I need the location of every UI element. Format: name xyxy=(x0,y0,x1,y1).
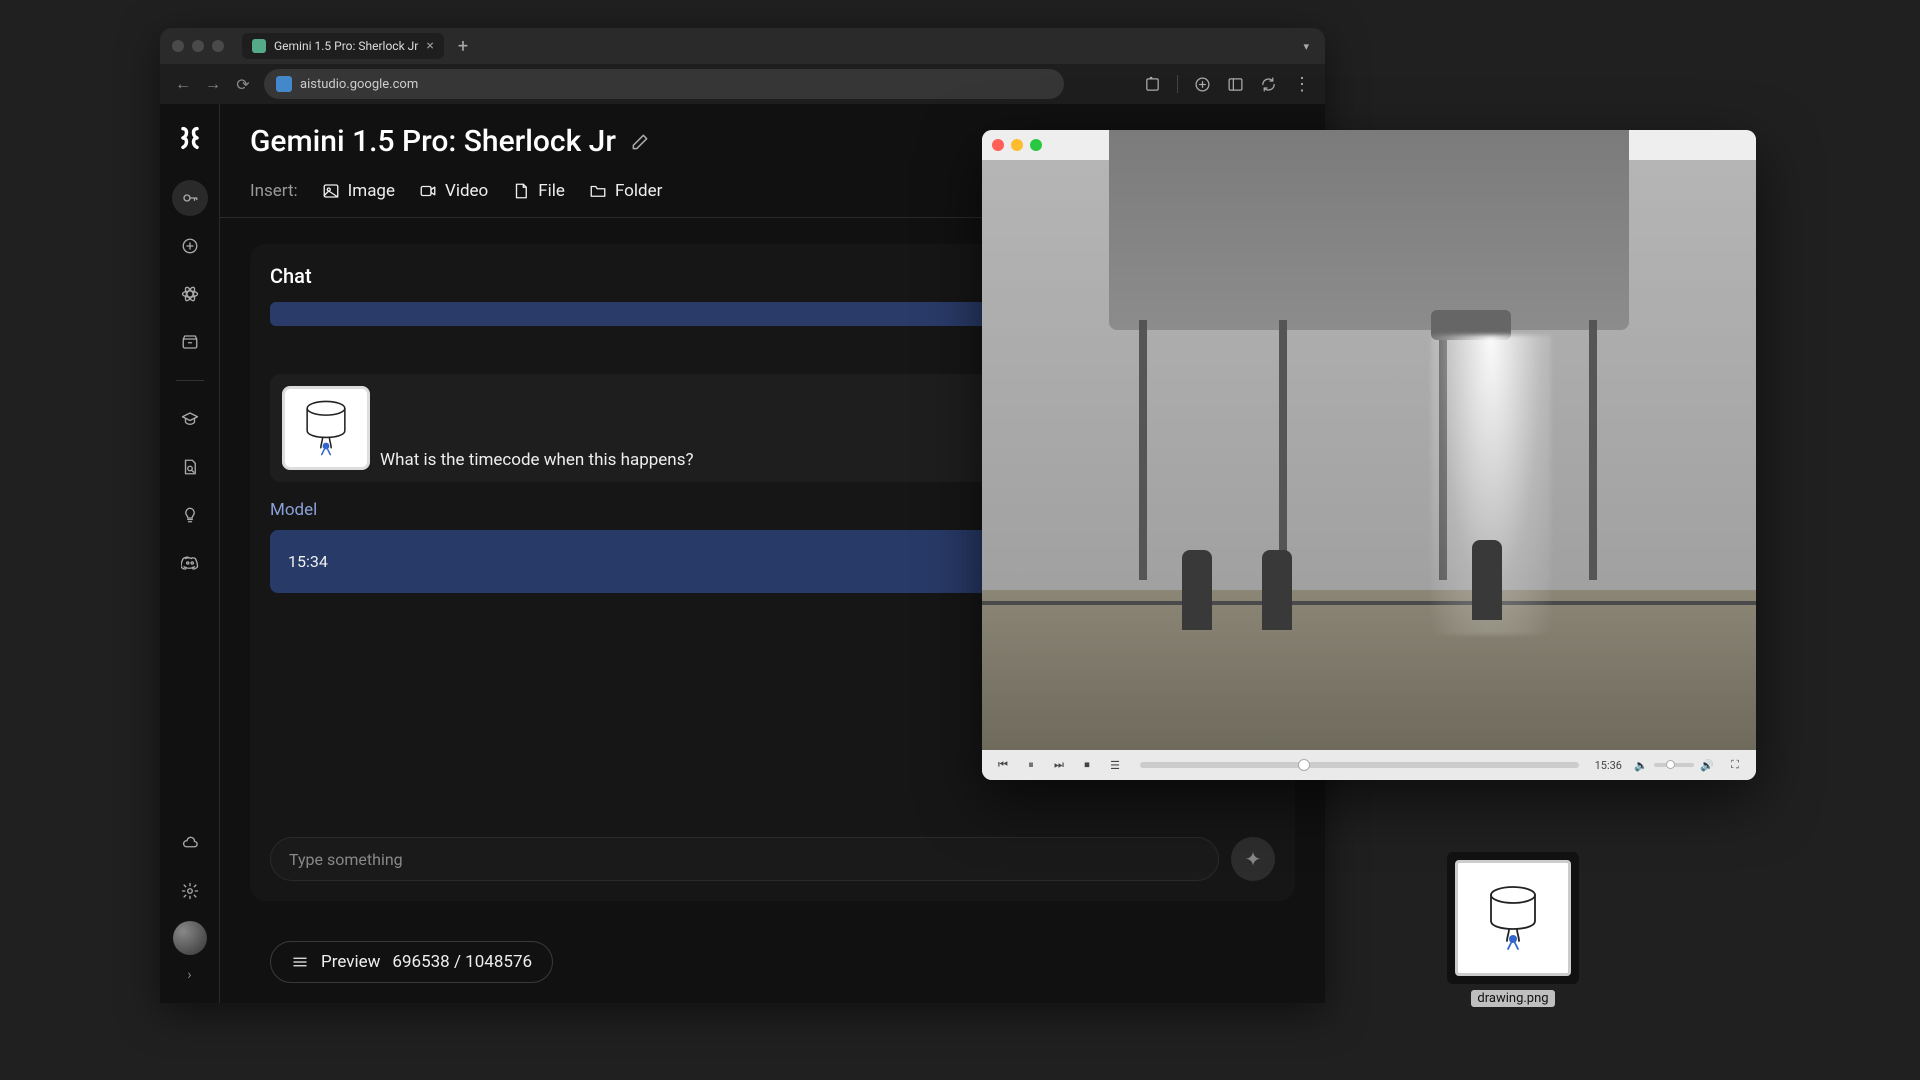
extension-icon[interactable] xyxy=(1144,76,1161,93)
sidebar-doc-search-icon[interactable] xyxy=(172,449,208,485)
rewind-icon[interactable]: ⏮ xyxy=(994,756,1012,774)
edit-title-icon[interactable] xyxy=(630,132,650,152)
chat-title: Chat xyxy=(270,264,312,288)
url-text: aistudio.google.com xyxy=(300,77,418,92)
sidebar-expand-icon[interactable]: › xyxy=(187,967,191,983)
insert-video-button[interactable]: Video xyxy=(419,181,488,201)
site-icon xyxy=(276,76,292,92)
user-message-text: What is the timecode when this happens? xyxy=(380,450,694,470)
sidebar-add-icon[interactable] xyxy=(172,228,208,264)
insert-folder-button[interactable]: Folder xyxy=(589,181,662,201)
app-logo xyxy=(176,124,204,152)
address-bar: ← → ⟳ aistudio.google.com ⋮ xyxy=(160,64,1325,104)
volume-up-icon[interactable]: 🔊 xyxy=(1698,756,1716,774)
page-title: Gemini 1.5 Pro: Sherlock Jr xyxy=(250,124,616,159)
google-icon[interactable] xyxy=(1194,76,1211,93)
sidebar-lightbulb-icon[interactable] xyxy=(172,497,208,533)
video-frame[interactable] xyxy=(982,160,1756,750)
file-thumbnail xyxy=(1447,852,1579,984)
tab-title: Gemini 1.5 Pro: Sherlock Jr xyxy=(274,39,418,53)
video-timecode: 15:36 xyxy=(1595,759,1622,772)
panel-icon[interactable] xyxy=(1227,76,1244,93)
file-name-label: drawing.png xyxy=(1471,990,1554,1007)
window-traffic-lights[interactable] xyxy=(172,40,224,52)
toolbar-divider xyxy=(1177,75,1178,93)
seek-bar[interactable] xyxy=(1140,762,1579,768)
pause-icon[interactable]: ⏸ xyxy=(1022,756,1040,774)
model-message-text: 15:34 xyxy=(288,552,328,571)
url-input[interactable]: aistudio.google.com xyxy=(264,69,1064,99)
sidebar-key-icon[interactable] xyxy=(172,180,208,216)
playlist-icon[interactable]: ☰ xyxy=(1106,756,1124,774)
sidebar-divider xyxy=(176,380,204,381)
send-button[interactable]: ✦ xyxy=(1231,837,1275,881)
user-avatar[interactable] xyxy=(173,921,207,955)
tab-close-icon[interactable]: × xyxy=(426,38,433,54)
video-player-window: Sherlock_Jr.mp4 ⏮ ⏸ ⏭ ⏹ ☰ 15:36 🔈 🔊 ⛶ xyxy=(982,130,1756,780)
volume-down-icon[interactable]: 🔈 xyxy=(1632,756,1650,774)
menu-icon[interactable]: ⋮ xyxy=(1293,74,1311,95)
tab-favicon xyxy=(252,39,266,53)
preview-label: Preview xyxy=(321,952,380,972)
sidebar-settings-icon[interactable] xyxy=(172,873,208,909)
insert-file-button[interactable]: File xyxy=(512,181,565,201)
sidebar-archive-icon[interactable] xyxy=(172,324,208,360)
volume-bar[interactable] xyxy=(1654,763,1694,767)
seek-thumb[interactable] xyxy=(1298,759,1310,771)
desktop-file[interactable]: drawing.png xyxy=(1440,852,1586,1007)
list-icon xyxy=(291,953,309,971)
back-icon[interactable]: ← xyxy=(174,75,192,93)
sidebar-education-icon[interactable] xyxy=(172,401,208,437)
tabs-dropdown-icon[interactable]: ▾ xyxy=(1299,36,1313,57)
sidebar-discord-icon[interactable] xyxy=(172,545,208,581)
video-controls: ⏮ ⏸ ⏭ ⏹ ☰ 15:36 🔈 🔊 ⛶ xyxy=(982,750,1756,780)
sync-icon[interactable] xyxy=(1260,76,1277,93)
sidebar: › xyxy=(160,104,220,1003)
preview-pill[interactable]: Preview 696538 / 1048576 xyxy=(270,941,553,983)
footer: Preview 696538 / 1048576 xyxy=(220,927,1325,1003)
compose-input[interactable]: Type something xyxy=(270,837,1219,881)
new-tab-button[interactable]: + xyxy=(452,36,474,57)
video-traffic-lights[interactable] xyxy=(992,139,1042,151)
fast-forward-icon[interactable]: ⏭ xyxy=(1050,756,1068,774)
insert-label: Insert: xyxy=(250,181,298,201)
fullscreen-icon[interactable]: ⛶ xyxy=(1726,756,1744,774)
forward-icon[interactable]: → xyxy=(204,75,222,93)
stop-icon[interactable]: ⏹ xyxy=(1078,756,1096,774)
insert-image-button[interactable]: Image xyxy=(322,181,395,201)
token-count: 696538 / 1048576 xyxy=(392,952,532,972)
browser-tab[interactable]: Gemini 1.5 Pro: Sherlock Jr × xyxy=(242,33,444,59)
sidebar-cloud-icon[interactable] xyxy=(172,825,208,861)
user-image-thumbnail[interactable] xyxy=(282,386,370,470)
tab-bar: Gemini 1.5 Pro: Sherlock Jr × + ▾ xyxy=(160,28,1325,64)
sidebar-atom-icon[interactable] xyxy=(172,276,208,312)
reload-icon[interactable]: ⟳ xyxy=(234,75,252,93)
